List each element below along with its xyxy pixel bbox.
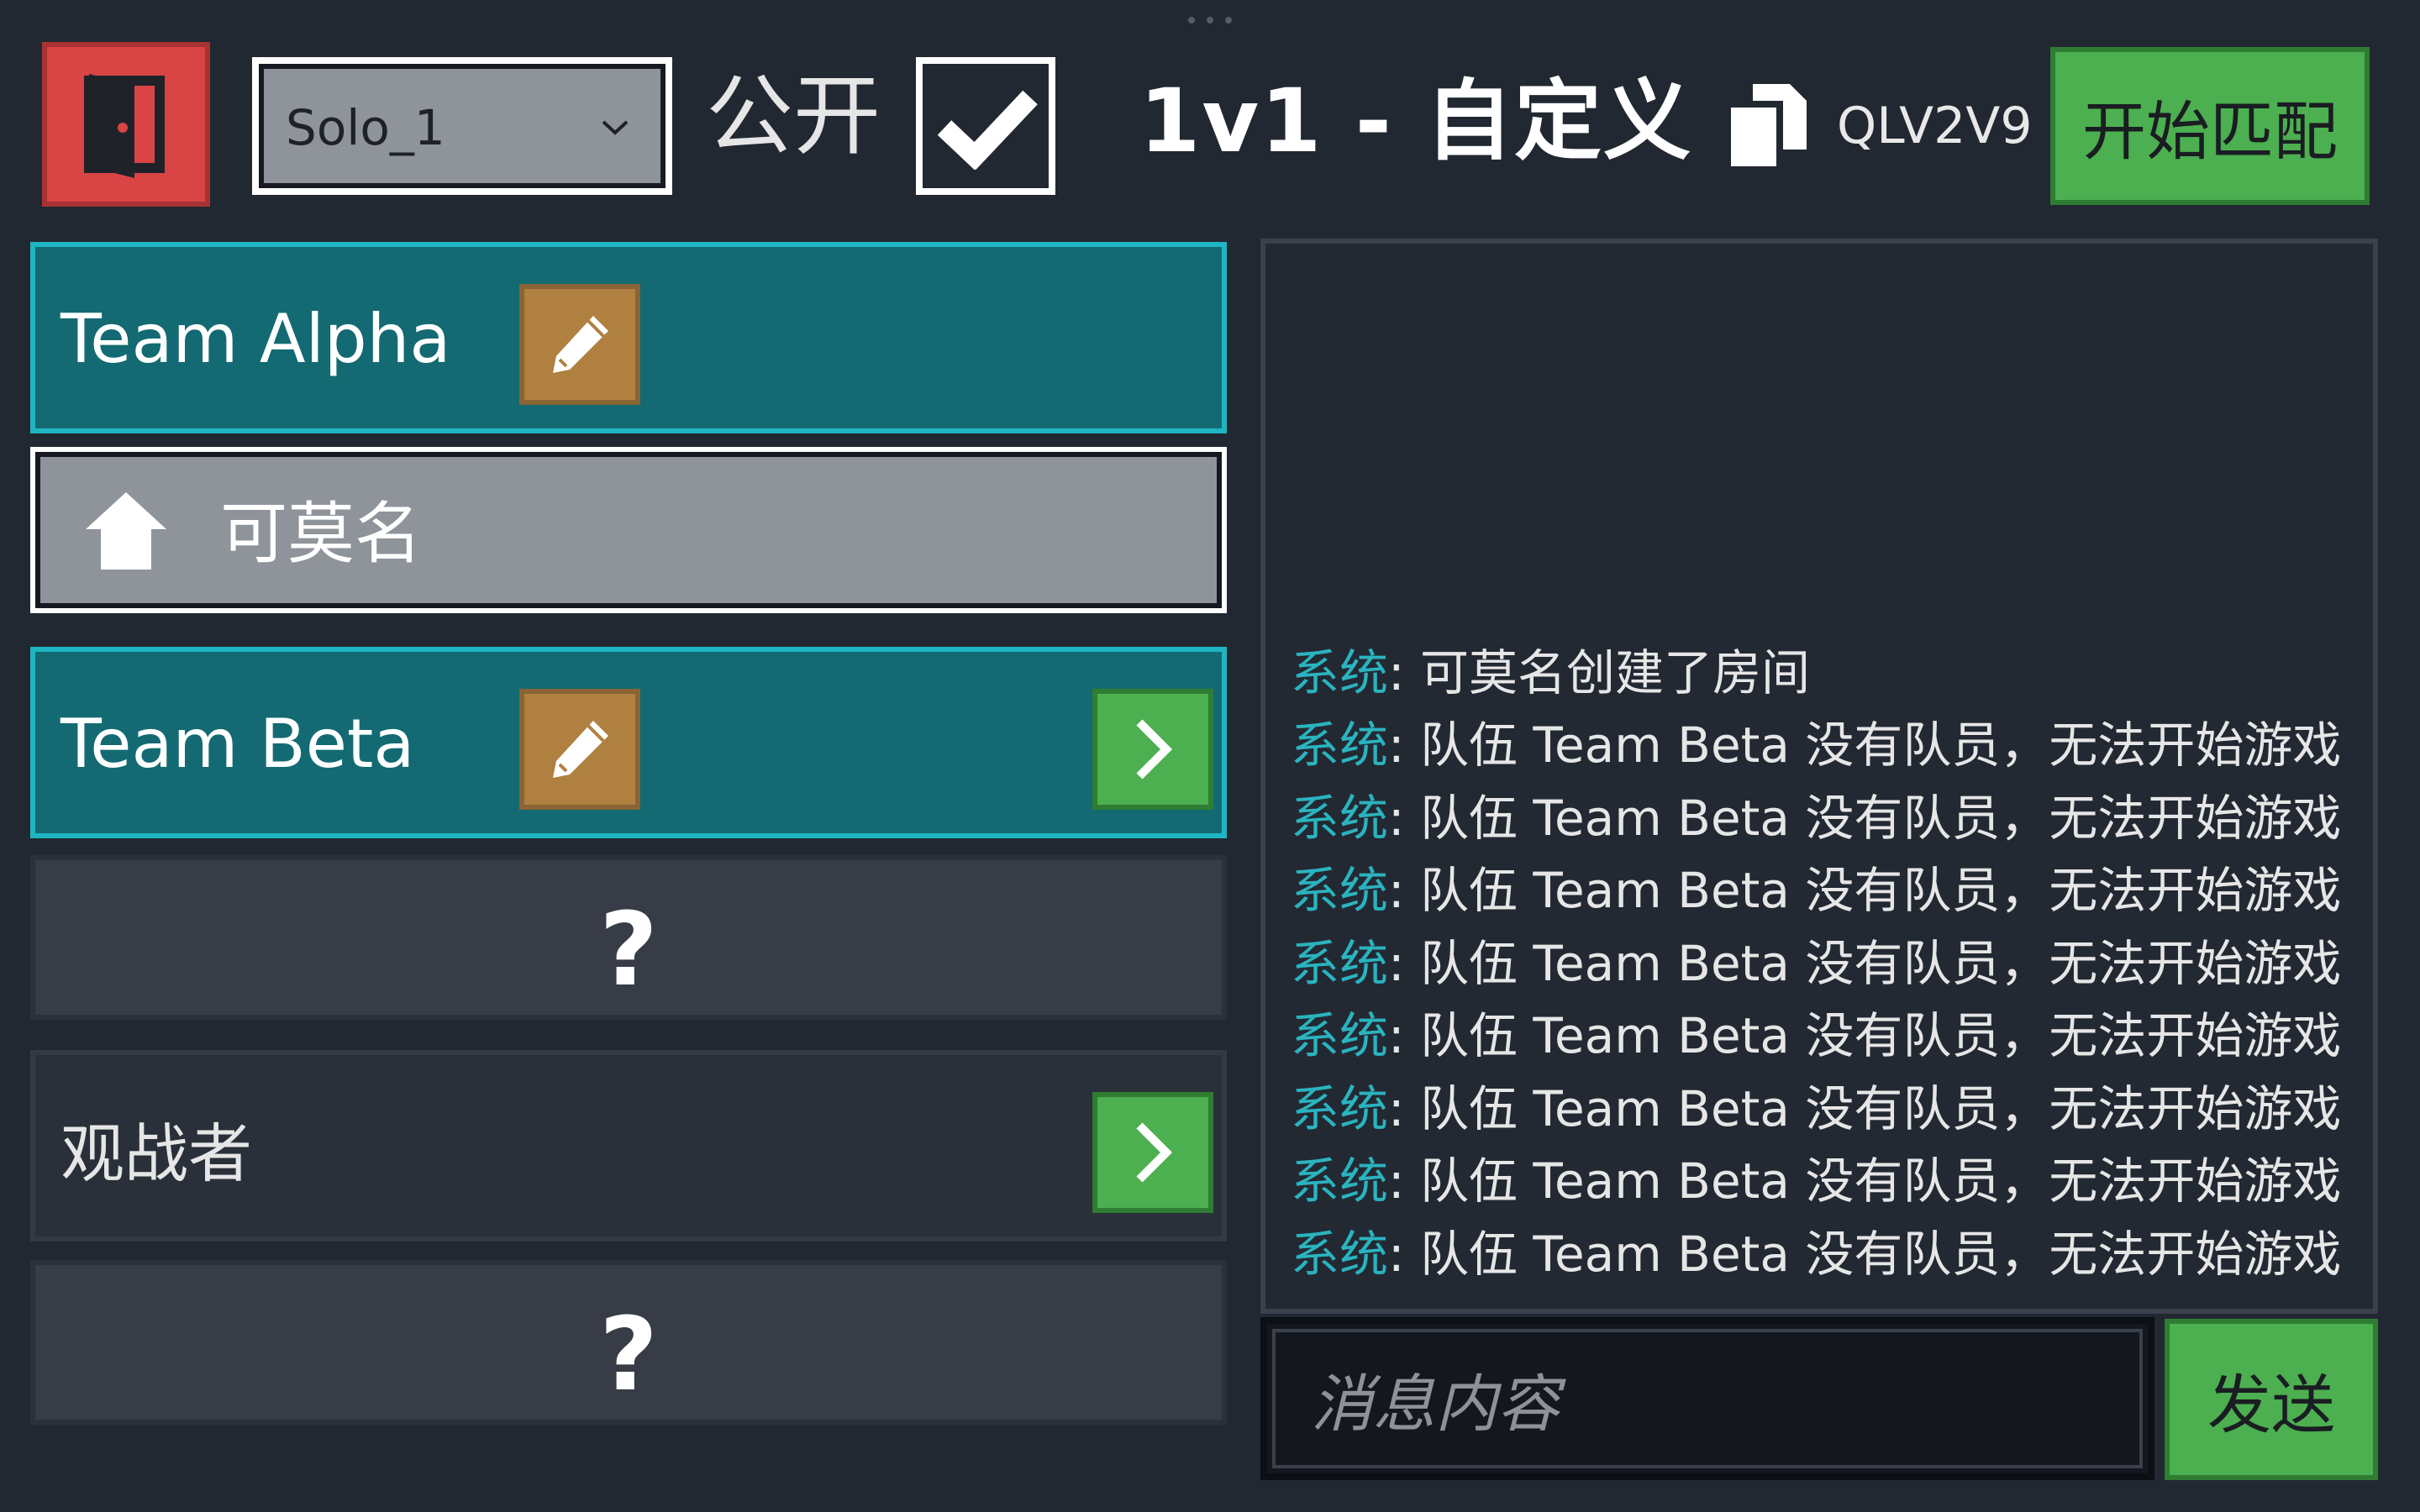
door-exit-icon	[84, 74, 165, 178]
room-title: 1v1 - 自定义	[1139, 70, 1693, 172]
chat-sender: 系统	[1291, 1225, 1389, 1283]
chat-sender: 系统	[1291, 789, 1389, 847]
chevron-right-icon	[1136, 719, 1173, 780]
chat-log[interactable]: 系统: 可莫名创建了房间 系统: 队伍 Team Beta 没有队员，无法开始游…	[1260, 239, 2378, 1314]
question-mark-icon: ?	[599, 892, 658, 1009]
team-name: Team Beta	[60, 705, 415, 783]
edit-team-name-button[interactable]	[519, 284, 640, 405]
chat-message: 系统: 可莫名创建了房间	[1291, 637, 2365, 710]
chevron-right-icon	[1136, 1122, 1173, 1183]
chat-message-input[interactable]	[1309, 1357, 2069, 1452]
public-label: 公开	[706, 65, 881, 167]
room-code[interactable]: QLV2V9	[1837, 101, 2033, 151]
public-checkbox[interactable]	[916, 57, 1055, 195]
player-name: 可莫名	[220, 495, 422, 573]
pencil-icon	[553, 721, 608, 778]
send-button[interactable]: 发送	[2165, 1319, 2378, 1480]
join-team-button[interactable]	[1092, 689, 1213, 810]
chat-text: : 队伍 Team Beta 没有队员，无法开始游戏	[1388, 1007, 2342, 1064]
chat-message: 系统: 队伍 Team Beta 没有队员，无法开始游戏	[1291, 782, 2365, 855]
chat-text: : 可莫名创建了房间	[1388, 643, 1810, 701]
question-mark-icon: ?	[599, 1297, 658, 1414]
chat-text: : 队伍 Team Beta 没有队员，无法开始游戏	[1388, 1225, 2342, 1283]
chat-sender: 系统	[1291, 862, 1389, 919]
chat-messages: 系统: 可莫名创建了房间 系统: 队伍 Team Beta 没有队员，无法开始游…	[1291, 637, 2365, 1291]
chat-sender: 系统	[1291, 643, 1389, 701]
pencil-icon	[553, 316, 608, 373]
chat-text: : 队伍 Team Beta 没有队员，无法开始游戏	[1388, 717, 2342, 774]
edit-team-name-button[interactable]	[519, 689, 640, 810]
chat-message: 系统: 队伍 Team Beta 没有队员，无法开始游戏	[1291, 927, 2365, 1000]
chevron-down-icon	[602, 120, 629, 135]
checkmark-icon	[937, 90, 1038, 170]
team-row-alpha: Team Alpha	[30, 242, 1227, 433]
chat-sender: 系统	[1291, 1152, 1389, 1210]
chat-message: 系统: 队伍 Team Beta 没有队员，无法开始游戏	[1291, 1218, 2365, 1291]
chat-message: 系统: 队伍 Team Beta 没有队员，无法开始游戏	[1291, 1073, 2365, 1146]
chat-input-box	[1260, 1317, 2154, 1480]
start-match-button[interactable]: 开始匹配	[2050, 47, 2370, 205]
exit-room-button[interactable]	[42, 42, 210, 207]
chat-text: : 队伍 Team Beta 没有队员，无法开始游戏	[1388, 1152, 2342, 1210]
spectator-label: 观战者	[60, 1116, 252, 1191]
chat-text: : 队伍 Team Beta 没有队员，无法开始游戏	[1388, 1079, 2342, 1137]
empty-player-slot[interactable]: ?	[30, 855, 1227, 1020]
chat-message: 系统: 队伍 Team Beta 没有队员，无法开始游戏	[1291, 1000, 2365, 1073]
window-drag-handle[interactable]	[1188, 17, 1232, 27]
chat-sender: 系统	[1291, 717, 1389, 774]
mode-select[interactable]: Solo_1	[252, 57, 672, 195]
chat-text: : 队伍 Team Beta 没有队员，无法开始游戏	[1388, 934, 2342, 992]
chat-sender: 系统	[1291, 1007, 1389, 1064]
chat-text: : 队伍 Team Beta 没有队员，无法开始游戏	[1388, 862, 2342, 919]
chat-message: 系统: 队伍 Team Beta 没有队员，无法开始游戏	[1291, 709, 2365, 782]
chat-sender: 系统	[1291, 934, 1389, 992]
player-row[interactable]: 可莫名	[30, 447, 1227, 613]
copy-icon[interactable]	[1724, 81, 1808, 176]
chat-message: 系统: 队伍 Team Beta 没有队员，无法开始游戏	[1291, 1145, 2365, 1218]
join-spectators-button[interactable]	[1092, 1092, 1213, 1213]
chat-text: : 队伍 Team Beta 没有队员，无法开始游戏	[1388, 789, 2342, 847]
spectator-row: 观战者	[30, 1050, 1227, 1242]
chat-message: 系统: 队伍 Team Beta 没有队员，无法开始游戏	[1291, 854, 2365, 927]
chat-sender: 系统	[1291, 1079, 1389, 1137]
team-row-beta: Team Beta	[30, 647, 1227, 838]
team-name: Team Alpha	[60, 300, 451, 378]
mode-select-value: Solo_1	[286, 99, 445, 156]
empty-spectator-slot[interactable]: ?	[30, 1260, 1227, 1425]
home-icon	[86, 492, 166, 570]
